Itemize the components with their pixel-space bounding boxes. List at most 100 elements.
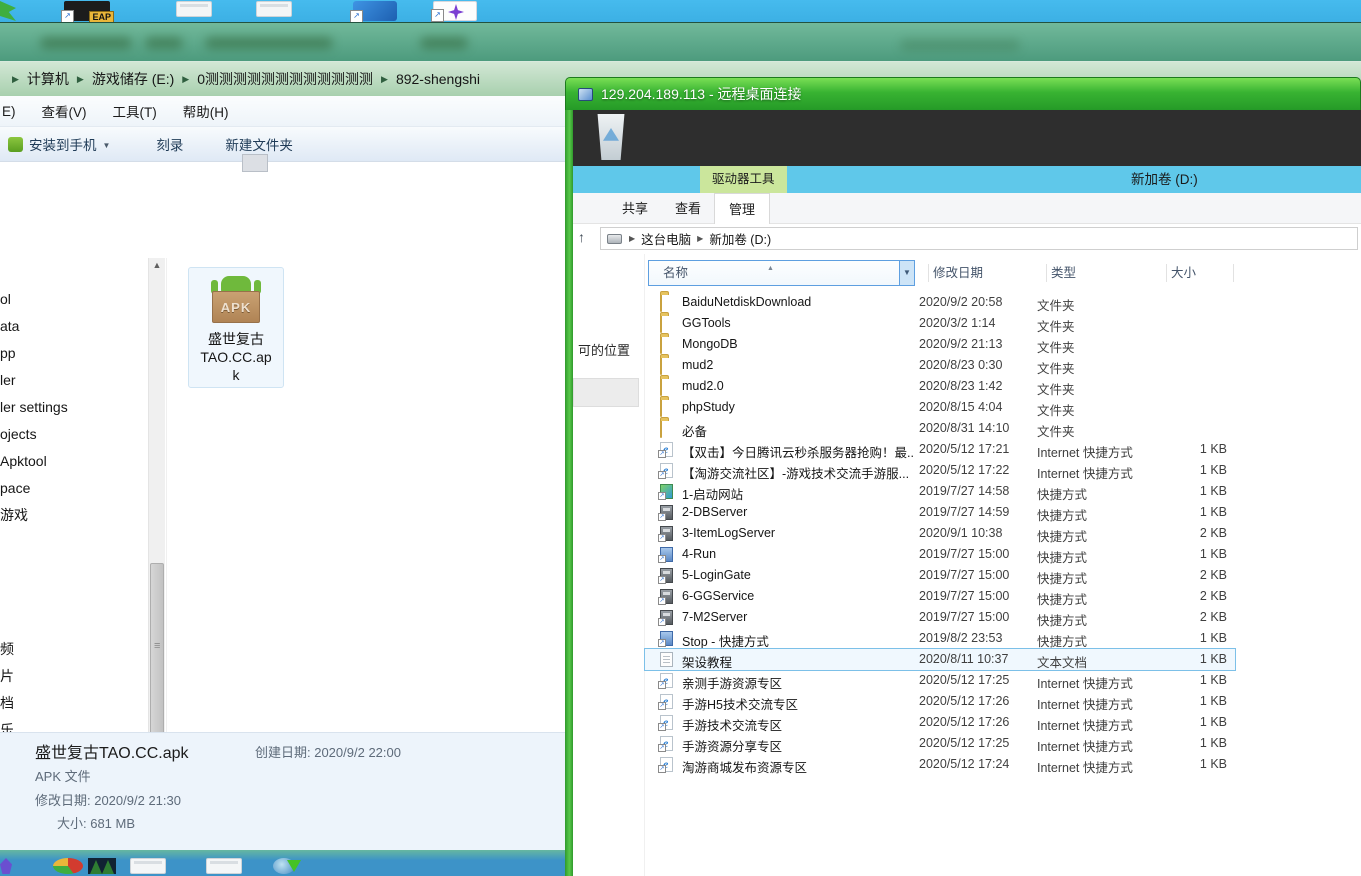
sidebar-item[interactable]: Apktool [0, 448, 148, 475]
desktop-top-strip: EAP [0, 0, 1361, 22]
file-date: 2020/9/2 20:58 [919, 295, 1031, 309]
shortcut-arrow-icon: ↗ [658, 576, 666, 584]
green-arrow-icon[interactable] [0, 1, 16, 21]
file-row[interactable]: ↗亲测手游资源专区2020/5/12 17:25Internet 快捷方式1 K… [645, 670, 1235, 691]
filter-dropdown-icon[interactable]: ▼ [899, 261, 914, 285]
app-shortcut-icon: ↗ [660, 589, 673, 604]
file-row[interactable]: phpStudy2020/8/15 4:04文件夹 [645, 397, 1235, 418]
sidebar-item[interactable]: 档 [0, 690, 148, 717]
menu-item[interactable]: 帮助(H) [183, 101, 229, 121]
file-row[interactable]: GGTools2020/3/2 1:14文件夹 [645, 313, 1235, 334]
sidebar-item[interactable]: 片 [0, 663, 148, 690]
file-row[interactable]: ↗【双击】今日腾讯云秒杀服务器抢购！最...2020/5/12 17:21Int… [645, 439, 1235, 460]
up-arrow-icon[interactable]: ↑ [578, 229, 585, 245]
sidebar-item[interactable]: ler [0, 367, 148, 394]
sidebar-item[interactable]: pp [0, 340, 148, 367]
file-row[interactable]: ↗2-DBServer2019/7/27 14:59快捷方式1 KB [645, 502, 1235, 523]
folder-icon [660, 419, 662, 438]
file-row[interactable]: 架设教程2020/8/11 10:37文本文档1 KB [645, 649, 1235, 670]
chevron-down-icon[interactable]: ▼ [103, 141, 111, 150]
purple-star-shortcut-icon[interactable] [433, 1, 477, 21]
remote-titlebar[interactable]: 129.204.189.113 - 远程桌面连接 [565, 77, 1361, 110]
file-row[interactable]: MongoDB2020/9/2 21:13文件夹 [645, 334, 1235, 355]
file-row[interactable]: ↗手游H5技术交流专区2020/5/12 17:26Internet 快捷方式1… [645, 691, 1235, 712]
drive-tools-tab[interactable]: 驱动器工具 [700, 166, 787, 193]
file-row[interactable]: BaiduNetdiskDownload2020/9/2 20:58文件夹 [645, 292, 1235, 313]
menu-item[interactable]: 查看(V) [42, 101, 87, 121]
file-row[interactable]: ↗4-Run2019/7/27 15:00快捷方式1 KB [645, 544, 1235, 565]
sidebar-item[interactable]: ler settings [0, 394, 148, 421]
file-type: 文件夹 [1037, 316, 1165, 335]
folder-icon [660, 377, 662, 396]
purple-icon[interactable] [0, 858, 12, 874]
file-row[interactable]: ↗7-M2Server2019/7/27 15:00快捷方式2 KB [645, 607, 1235, 628]
window-icon[interactable] [206, 858, 242, 874]
shortcut-arrow-icon: ↗ [658, 765, 666, 773]
column-header-name[interactable]: ▲ 名称 ▼ [648, 260, 915, 286]
file-name: phpStudy [682, 400, 914, 414]
window-icon[interactable] [176, 1, 212, 17]
column-header-date[interactable]: 修改日期 [933, 260, 983, 286]
tab-共享[interactable]: 共享 [608, 193, 662, 224]
file-row[interactable]: ↗手游资源分享专区2020/5/12 17:25Internet 快捷方式1 K… [645, 733, 1235, 754]
menu-item[interactable]: 工具(T) [113, 101, 157, 121]
tab-管理[interactable]: 管理 [714, 193, 770, 224]
download-globe-icon[interactable] [273, 858, 295, 874]
file-row[interactable]: mud2.02020/8/23 1:42文件夹 [645, 376, 1235, 397]
breadcrumb-item[interactable]: 计算机 [27, 69, 69, 89]
window-icon[interactable] [130, 858, 166, 874]
file-row[interactable]: ↗6-GGService2019/7/27 15:00快捷方式2 KB [645, 586, 1235, 607]
breadcrumb-item[interactable]: 0测测测测测测测测测测测测 [197, 69, 373, 89]
breadcrumb-item[interactable]: 892-shengshi [396, 71, 480, 87]
column-separator[interactable] [1046, 264, 1047, 282]
column-header-type[interactable]: 类型 [1051, 260, 1076, 286]
file-name: 1-启动网站 [682, 484, 914, 503]
file-row[interactable]: ↗3-ItemLogServer2020/9/1 10:38快捷方式2 KB [645, 523, 1235, 544]
file-name: mud2 [682, 358, 914, 372]
scrollbar-thumb[interactable] [150, 563, 164, 738]
file-row[interactable]: ↗5-LoginGate2019/7/27 15:00快捷方式2 KB [645, 565, 1235, 586]
file-row[interactable]: ↗Stop - 快捷方式2019/8/2 23:53快捷方式1 KB [645, 628, 1235, 649]
recycle-bin-icon[interactable] [595, 114, 627, 160]
scroll-up-icon[interactable]: ▲ [152, 260, 162, 270]
nav-pane-fragment[interactable]: 可的位置 [578, 340, 630, 359]
tab-查看[interactable]: 查看 [661, 193, 715, 224]
breadcrumb-item[interactable]: 新加卷 (D:) [709, 229, 771, 248]
column-separator[interactable] [1233, 264, 1234, 282]
address-breadcrumb[interactable]: ▶这台电脑▶新加卷 (D:) [600, 227, 1358, 250]
selected-file-type: APK 文件 [35, 766, 91, 785]
file-row[interactable]: ↗手游技术交流专区2020/5/12 17:26Internet 快捷方式1 K… [645, 712, 1235, 733]
apk-file-item[interactable]: APK 盛世复古 TAO.CC.ap k [188, 267, 284, 388]
file-size: 1 KB [1143, 652, 1227, 666]
sidebar-item[interactable]: ol [0, 286, 148, 313]
eap-shortcut-icon[interactable]: EAP [64, 1, 110, 21]
file-date: 2019/7/27 14:58 [919, 484, 1031, 498]
sidebar-item[interactable]: ojects [0, 421, 148, 448]
file-row[interactable]: ↗1-启动网站2019/7/27 14:58快捷方式1 KB [645, 481, 1235, 502]
file-row[interactable]: mud22020/8/23 0:30文件夹 [645, 355, 1235, 376]
sidebar-item[interactable]: ata [0, 313, 148, 340]
install-to-phone-button[interactable]: 安装到手机 [29, 134, 97, 154]
file-row[interactable]: ↗【淘游交流社区】-游戏技术交流手游服...2020/5/12 17:22Int… [645, 460, 1235, 481]
file-row[interactable]: ↗淘游商城发布资源专区2020/5/12 17:24Internet 快捷方式1… [645, 754, 1235, 775]
new-folder-button[interactable]: 新建文件夹 [225, 134, 293, 154]
sidebar-item[interactable]: pace [0, 475, 148, 502]
sidebar-item[interactable]: 游戏 [0, 502, 148, 529]
column-separator[interactable] [928, 264, 929, 282]
file-date: 2020/8/11 10:37 [919, 652, 1031, 666]
column-header-size[interactable]: 大小 [1171, 260, 1196, 286]
window-icon[interactable] [256, 1, 292, 17]
breadcrumb-item[interactable]: 这台电脑 [641, 229, 691, 248]
menu-bar: E) 查看(V) 工具(T) 帮助(H) [0, 96, 565, 127]
column-separator[interactable] [1166, 264, 1167, 282]
file-name: Stop - 快捷方式 [682, 631, 914, 650]
file-row[interactable]: 必备2020/8/31 14:10文件夹 [645, 418, 1235, 439]
menu-item[interactable]: E) [2, 104, 16, 119]
file-date: 2020/8/23 0:30 [919, 358, 1031, 372]
sidebar-item[interactable]: 频 [0, 636, 148, 663]
trees-icon[interactable] [88, 858, 116, 874]
breadcrumb-item[interactable]: 游戏储存 (E:) [92, 69, 174, 89]
colored-logo-icon[interactable] [53, 858, 83, 874]
burn-button[interactable]: 刻录 [156, 134, 183, 154]
blue-app-shortcut-icon[interactable] [353, 1, 397, 21]
